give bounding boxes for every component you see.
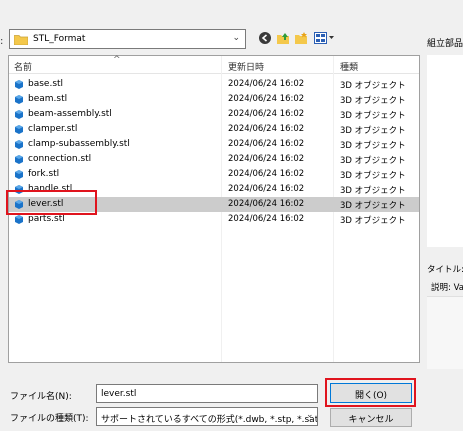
file-name: clamper.stl — [28, 124, 78, 134]
file-name: base.stl — [28, 79, 64, 89]
stl-file-icon — [15, 215, 23, 224]
file-modified: 2024/06/24 16:02 — [228, 139, 305, 149]
file-name: parts.stl — [28, 214, 65, 224]
file-type: 3D オブジェクト — [340, 126, 406, 136]
look-in-value: STL_Format — [33, 34, 86, 44]
filetype-label: ファイルの種類(T): — [10, 414, 89, 424]
back-icon[interactable] — [258, 31, 272, 45]
column-header-type[interactable]: 種類 — [340, 60, 358, 73]
look-in-label-fragment: : — [0, 36, 4, 47]
stl-file-icon — [15, 140, 23, 149]
column-header-modified[interactable]: 更新日時 — [228, 60, 264, 73]
stl-file-icon — [15, 110, 23, 119]
file-name: connection.stl — [28, 154, 92, 164]
preview-area — [427, 55, 463, 247]
dialog-top-strip — [0, 0, 463, 24]
highlight-selected-file — [6, 190, 97, 215]
filetype-dropdown[interactable]: サポートされているすべての形式(*.dwb, *.stp, *.sat, *.s — [96, 407, 318, 426]
file-name: fork.stl — [28, 169, 60, 179]
file-name: beam-assembly.stl — [28, 109, 112, 119]
file-list-header: ^ 名前 更新日時 種類 — [9, 55, 419, 74]
file-name: beam.stl — [28, 94, 68, 104]
file-type: 3D オブジェクト — [340, 156, 406, 166]
title-label: タイトル: V — [427, 265, 463, 275]
file-type: 3D オブジェクト — [340, 186, 406, 196]
file-modified: 2024/06/24 16:02 — [228, 124, 305, 134]
stl-file-icon — [15, 95, 23, 104]
file-type: 3D オブジェクト — [340, 171, 406, 181]
file-modified: 2024/06/24 16:02 — [228, 94, 305, 104]
file-modified: 2024/06/24 16:02 — [228, 154, 305, 164]
file-type: 3D オブジェクト — [340, 201, 406, 211]
file-modified: 2024/06/24 16:02 — [228, 184, 305, 194]
filetype-value: サポートされているすべての形式(*.dwb, *.stp, *.sat, *.s — [101, 415, 318, 425]
file-type: 3D オブジェクト — [340, 111, 406, 121]
file-type: 3D オブジェクト — [340, 141, 406, 151]
chevron-down-icon: ⌄ — [232, 33, 240, 43]
file-row[interactable]: base.stl 2024/06/24 16:02 3D オブジェクト — [9, 77, 419, 92]
stl-file-icon — [15, 125, 23, 134]
highlight-open-button — [325, 378, 416, 407]
file-modified: 2024/06/24 16:02 — [228, 169, 305, 179]
chevron-down-icon: ⌄ — [306, 410, 314, 420]
file-row[interactable]: beam-assembly.stl 2024/06/24 16:02 3D オブジェ… — [9, 107, 419, 122]
stl-file-icon — [15, 170, 23, 179]
look-in-dropdown[interactable]: STL_Format ⌄ — [9, 29, 246, 49]
file-row[interactable]: clamp-subassembly.stl 2024/06/24 16:02 3D … — [9, 137, 419, 152]
file-modified: 2024/06/24 16:02 — [228, 199, 305, 209]
file-row[interactable]: beam.stl 2024/06/24 16:02 3D オブジェクト — [9, 92, 419, 107]
folder-icon — [14, 35, 28, 45]
file-type: 3D オブジェクト — [340, 96, 406, 106]
file-type: 3D オブジェクト — [340, 81, 406, 91]
nav-toolbar — [258, 30, 338, 48]
sort-ascending-icon: ^ — [113, 55, 121, 65]
cancel-button[interactable]: キャンセル — [330, 408, 412, 427]
description-label: 説明: Va — [431, 283, 463, 293]
view-menu-icon[interactable] — [314, 31, 336, 45]
file-row[interactable]: connection.stl 2024/06/24 16:02 3D オブジェクト — [9, 152, 419, 167]
filename-label: ファイル名(N): — [10, 392, 72, 402]
preview-pane: 組立部品 タイトル: V 説明: Va — [425, 0, 463, 431]
properties-area — [427, 296, 463, 369]
file-type: 3D オブジェクト — [340, 216, 406, 226]
file-modified: 2024/06/24 16:02 — [228, 109, 305, 119]
column-header-name[interactable]: 名前 — [14, 60, 32, 73]
file-row[interactable]: clamper.stl 2024/06/24 16:02 3D オブジェクト — [9, 122, 419, 137]
file-modified: 2024/06/24 16:02 — [228, 214, 305, 224]
file-modified: 2024/06/24 16:02 — [228, 79, 305, 89]
new-folder-icon[interactable] — [294, 31, 308, 45]
filename-input[interactable]: lever.stl — [96, 384, 318, 403]
file-row[interactable]: fork.stl 2024/06/24 16:02 3D オブジェクト — [9, 167, 419, 182]
stl-file-icon — [15, 80, 23, 89]
preview-label: 組立部品 — [427, 39, 463, 49]
stl-file-icon — [15, 155, 23, 164]
file-name: clamp-subassembly.stl — [28, 139, 130, 149]
up-folder-icon[interactable] — [276, 31, 290, 45]
